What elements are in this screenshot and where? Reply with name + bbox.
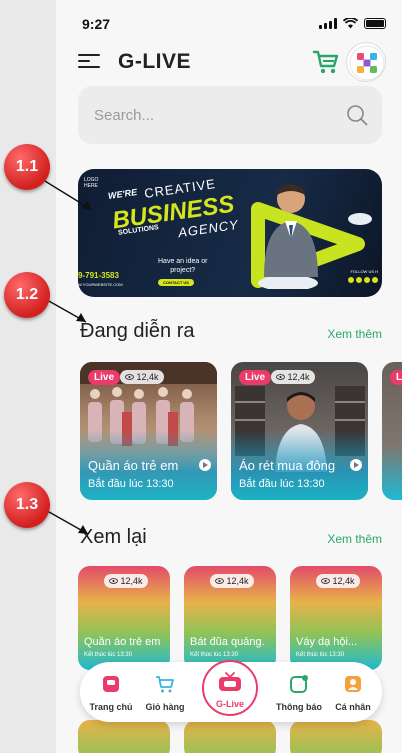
app-header: G-LIVE [76,42,386,82]
view-count: 12,4k [104,574,148,588]
nav-cart[interactable]: Giỏ hàng [140,674,190,712]
view-count-value: 12,4k [226,576,249,586]
view-count-value: 12,4k [287,372,310,382]
annotation-marker-1-1: 1.1 [4,144,50,190]
banner-idea-text: Have an idea or project? [158,258,208,274]
nav-glive[interactable]: G-Live [202,660,258,716]
brand-logo-icon [349,45,385,81]
replay-card-end-time: Kết thúc lúc 13:30 [84,652,133,658]
replay-card[interactable]: 12,4k Quần áo trẻ em Kết thúc lúc 13:30 [78,566,170,670]
replay-card[interactable]: 12,4k Bát đũa quảng. Kết thúc lúc 13:30 [184,566,276,670]
app-title: G-LIVE [118,50,192,73]
signal-icon [319,18,337,29]
home-icon [103,676,119,692]
search-input[interactable] [94,104,324,126]
live-card-title: Quần áo trẻ em [88,458,179,473]
nav-notifications-label: Thông báo [276,702,322,712]
live-card-start-time: Bắt đầu lúc 13:30 [239,478,325,490]
replay-see-more-link[interactable]: Xem thêm [327,532,382,546]
nav-glive-label: G-Live [215,699,244,709]
left-rail [0,0,56,753]
replay-card[interactable]: 12,4k Váy dạ hội... Kết thúc lúc 13:30 [290,566,382,670]
live-list: Live 12,4k Quần áo trẻ em Bắt đầu lúc 13… [80,362,402,502]
replay-card-next-row [290,720,382,753]
profile-icon [345,676,361,692]
replay-list: 12,4k Quần áo trẻ em Kết thúc lúc 13:30 … [78,566,402,676]
replay-card-title: Váy dạ hội... [296,636,358,648]
view-count-value: 12,4k [332,576,355,586]
view-count: 12,4k [120,370,164,384]
banner-logo-text: LOGO HERE [84,177,99,189]
search-bar[interactable] [78,86,382,144]
nav-profile-label: Cá nhân [335,702,371,712]
live-badge: Live [239,370,272,385]
view-count: 12,4k [210,574,254,588]
live-card[interactable]: Live 12,4k Áo rét mua đông Bắt đầu lúc 1… [231,362,368,500]
view-count: 12,4k [271,370,315,384]
annotation-marker-1-2: 1.2 [4,272,50,318]
eye-icon [109,578,118,584]
tv-icon [219,672,241,691]
play-icon[interactable] [350,459,362,471]
replay-card-end-time: Kết thúc lúc 13:30 [296,652,345,658]
nav-home-label: Trang chủ [89,702,133,712]
banner-we-re: WE'RE [107,187,138,201]
bottom-navigation: Trang chủ Giỏ hàng G-Live Thông báo Cá n… [80,660,382,722]
replay-card-end-time: Kết thúc lúc 13:30 [190,652,239,658]
banner-website: W.YOURWEBSITE.COM [78,282,123,287]
battery-icon [364,18,386,29]
view-count: 12,4k [316,574,360,588]
nav-home[interactable]: Trang chủ [86,674,136,712]
live-see-more-link[interactable]: Xem thêm [327,327,382,341]
nav-cart-label: Giỏ hàng [145,702,185,712]
live-badge: Live [390,370,402,385]
live-card[interactable]: Live 12,4k Quần áo trẻ em Bắt đầu lúc 13… [80,362,217,500]
live-card[interactable]: Live [382,362,402,500]
replay-card-title: Quần áo trẻ em [84,636,161,648]
eye-icon [321,578,330,584]
replay-card-next-row [184,720,276,753]
live-card-title: Áo rét mua đông [239,458,336,473]
banner-phone: 9-791-3583 [78,271,119,280]
search-icon[interactable] [346,104,368,126]
avatar[interactable] [346,42,386,82]
replay-section-title: Xem lại [80,526,147,548]
live-card-start-time: Bắt đầu lúc 13:30 [88,478,174,490]
status-icons [319,18,386,29]
live-badge: Live [88,370,121,385]
banner-person-image [264,184,318,277]
promo-banner[interactable]: LOGO HERE WE'RE CREATIVE BUSINESS SOLUTI… [78,169,382,297]
notification-icon [290,675,308,693]
replay-card-next-row [78,720,170,753]
cart-icon [156,676,174,693]
banner-contact-button: CONTACT US [158,279,194,286]
play-icon[interactable] [199,459,211,471]
live-section-title: Đang diễn ra [80,320,195,342]
status-bar: 9:27 [76,14,386,34]
phone-screen: 9:27 G-LIVE Search... LOGO HERE WE'RE CR… [56,0,402,753]
wifi-icon [343,18,358,29]
nav-profile[interactable]: Cá nhân [328,674,378,712]
eye-icon [125,374,134,380]
nav-notifications[interactable]: Thông báo [274,674,324,712]
eye-icon [276,374,285,380]
annotation-marker-1-3: 1.3 [4,482,50,528]
cart-icon[interactable] [312,48,340,76]
view-count-value: 12,4k [120,576,143,586]
view-count-value: 12,4k [136,372,159,382]
replay-card-title: Bát đũa quảng. [190,636,265,648]
menu-icon[interactable] [78,54,100,68]
status-time: 9:27 [82,16,111,32]
eye-icon [215,578,224,584]
